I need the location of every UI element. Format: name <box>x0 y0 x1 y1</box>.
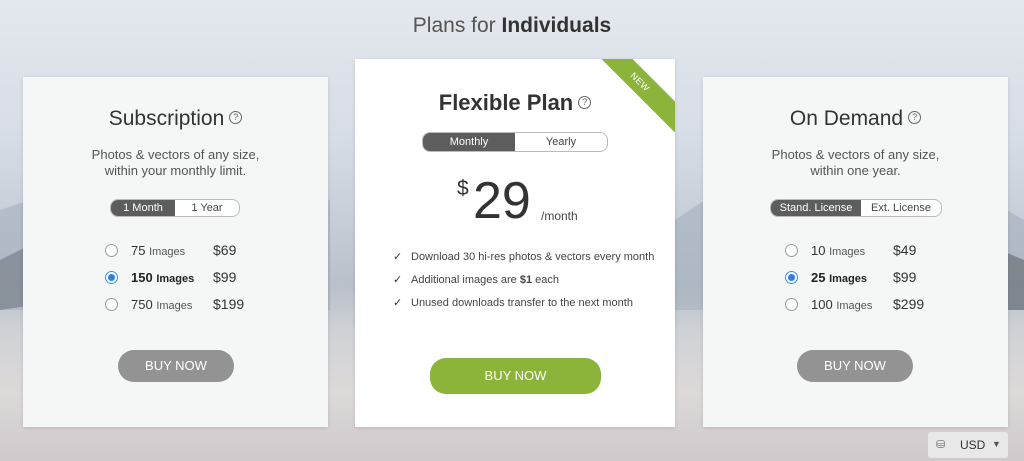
quantity-unit: Images <box>836 300 873 312</box>
price-amount: 29 <box>473 172 531 230</box>
plan-description: Photos & vectors of any size, within one… <box>703 147 1008 179</box>
help-icon[interactable]: ? <box>229 110 243 124</box>
feature-text: Download 30 hi-res photos & vectors ever… <box>411 251 655 263</box>
image-quantity: 150 Images <box>131 270 194 285</box>
plan-title: Flexible Plan? <box>355 90 675 116</box>
quantity-unit: Images <box>149 246 186 258</box>
quantity-number: 100 <box>811 297 833 312</box>
radio-button-selected[interactable] <box>105 271 118 284</box>
plan-title-text: On Demand <box>789 107 904 130</box>
plan-price: $ 29 /month <box>355 171 675 231</box>
feature-text: Unused downloads transfer to the next mo… <box>411 297 633 309</box>
radio-button[interactable] <box>105 244 118 257</box>
toggle-monthly[interactable]: Monthly <box>423 133 515 151</box>
option-price: $69 <box>213 242 237 258</box>
license-toggle: Stand. License Ext. License <box>770 199 942 217</box>
radio-button[interactable] <box>785 244 798 257</box>
plan-option[interactable]: 75 Images $69 <box>23 241 328 261</box>
plan-option[interactable]: 150 Images $99 <box>23 268 328 288</box>
toggle-standard-license[interactable]: Stand. License <box>771 200 861 216</box>
option-price: $99 <box>213 269 237 285</box>
buy-now-button[interactable]: BUY NOW <box>118 350 234 382</box>
page-title-prefix: Plans for <box>412 14 496 37</box>
quantity-unit: Images <box>156 273 195 285</box>
plan-option[interactable]: 750 Images $199 <box>23 295 328 315</box>
currency-selector[interactable]: ⛁ USD ▼ <box>928 432 1008 458</box>
quantity-number: 150 <box>131 270 153 285</box>
feature-text: Additional images are <box>411 274 520 286</box>
quantity-number: 25 <box>811 270 826 285</box>
plan-title: Subscription? <box>23 107 328 131</box>
plan-option[interactable]: 25 Images $99 <box>703 268 1008 288</box>
buy-now-button[interactable]: BUY NOW <box>430 358 601 394</box>
feature-text-suffix: each <box>532 274 560 286</box>
description-line: Photos & vectors of any size, <box>91 147 260 162</box>
plan-description: Photos & vectors of any size, within you… <box>23 147 328 179</box>
quantity-unit: Images <box>829 273 868 285</box>
plan-title-text: Flexible Plan <box>438 90 574 115</box>
quantity-unit: Images <box>156 300 193 312</box>
plan-option[interactable]: 10 Images $49 <box>703 241 1008 261</box>
plan-title: On Demand? <box>703 107 1008 131</box>
feature-item: ✓ Download 30 hi-res photos & vectors eve… <box>393 249 654 265</box>
toggle-extended-license[interactable]: Ext. License <box>861 200 941 216</box>
help-icon[interactable]: ? <box>578 95 592 109</box>
page-title: Plans for Individuals <box>0 14 1024 38</box>
coins-icon: ⛁ <box>936 439 946 451</box>
description-line: within your monthly limit. <box>104 163 247 178</box>
currency-symbol: $ <box>457 177 469 200</box>
image-quantity: 100 Images <box>811 297 872 312</box>
check-icon: ✓ <box>393 274 403 286</box>
page-title-strong: Individuals <box>501 14 612 37</box>
image-quantity: 10 Images <box>811 243 865 258</box>
option-price: $199 <box>213 296 245 312</box>
description-line: Photos & vectors of any size, <box>771 147 940 162</box>
on-demand-card: On Demand? Photos & vectors of any size,… <box>703 77 1008 427</box>
plan-option[interactable]: 100 Images $299 <box>703 295 1008 315</box>
image-quantity: 25 Images <box>811 270 867 285</box>
subscription-card: Subscription? Photos & vectors of any si… <box>23 77 328 427</box>
chevron-down-icon: ▼ <box>992 439 1001 449</box>
feature-item: ✓ Additional images are $1 each <box>393 272 559 288</box>
image-quantity: 750 Images <box>131 297 192 312</box>
toggle-yearly[interactable]: Yearly <box>515 133 607 151</box>
feature-item: ✓ Unused downloads transfer to the next m… <box>393 295 633 311</box>
toggle-1-month[interactable]: 1 Month <box>111 200 175 216</box>
help-icon[interactable]: ? <box>908 110 922 124</box>
currency-value: USD <box>960 438 986 452</box>
billing-period-toggle: 1 Month 1 Year <box>110 199 240 217</box>
radio-button[interactable] <box>785 298 798 311</box>
option-price: $99 <box>893 269 917 285</box>
price-period: /month <box>541 209 578 223</box>
check-icon: ✓ <box>393 251 403 263</box>
flexible-plan-card: NEW Flexible Plan? Monthly Yearly $ 29 /… <box>355 59 675 427</box>
radio-button-selected[interactable] <box>785 271 798 284</box>
quantity-number: 75 <box>131 243 146 258</box>
toggle-1-year[interactable]: 1 Year <box>175 200 239 216</box>
plan-title-text: Subscription <box>108 107 225 130</box>
quantity-number: 750 <box>131 297 153 312</box>
option-price: $299 <box>893 296 925 312</box>
quantity-unit: Images <box>829 246 866 258</box>
feature-highlight: $1 <box>519 274 533 286</box>
description-line: within one year. <box>810 163 901 178</box>
buy-now-button[interactable]: BUY NOW <box>797 350 913 382</box>
check-icon: ✓ <box>393 297 403 309</box>
quantity-number: 10 <box>811 243 826 258</box>
radio-button[interactable] <box>105 298 118 311</box>
billing-cycle-toggle: Monthly Yearly <box>422 132 608 152</box>
option-price: $49 <box>893 242 917 258</box>
image-quantity: 75 Images <box>131 243 185 258</box>
